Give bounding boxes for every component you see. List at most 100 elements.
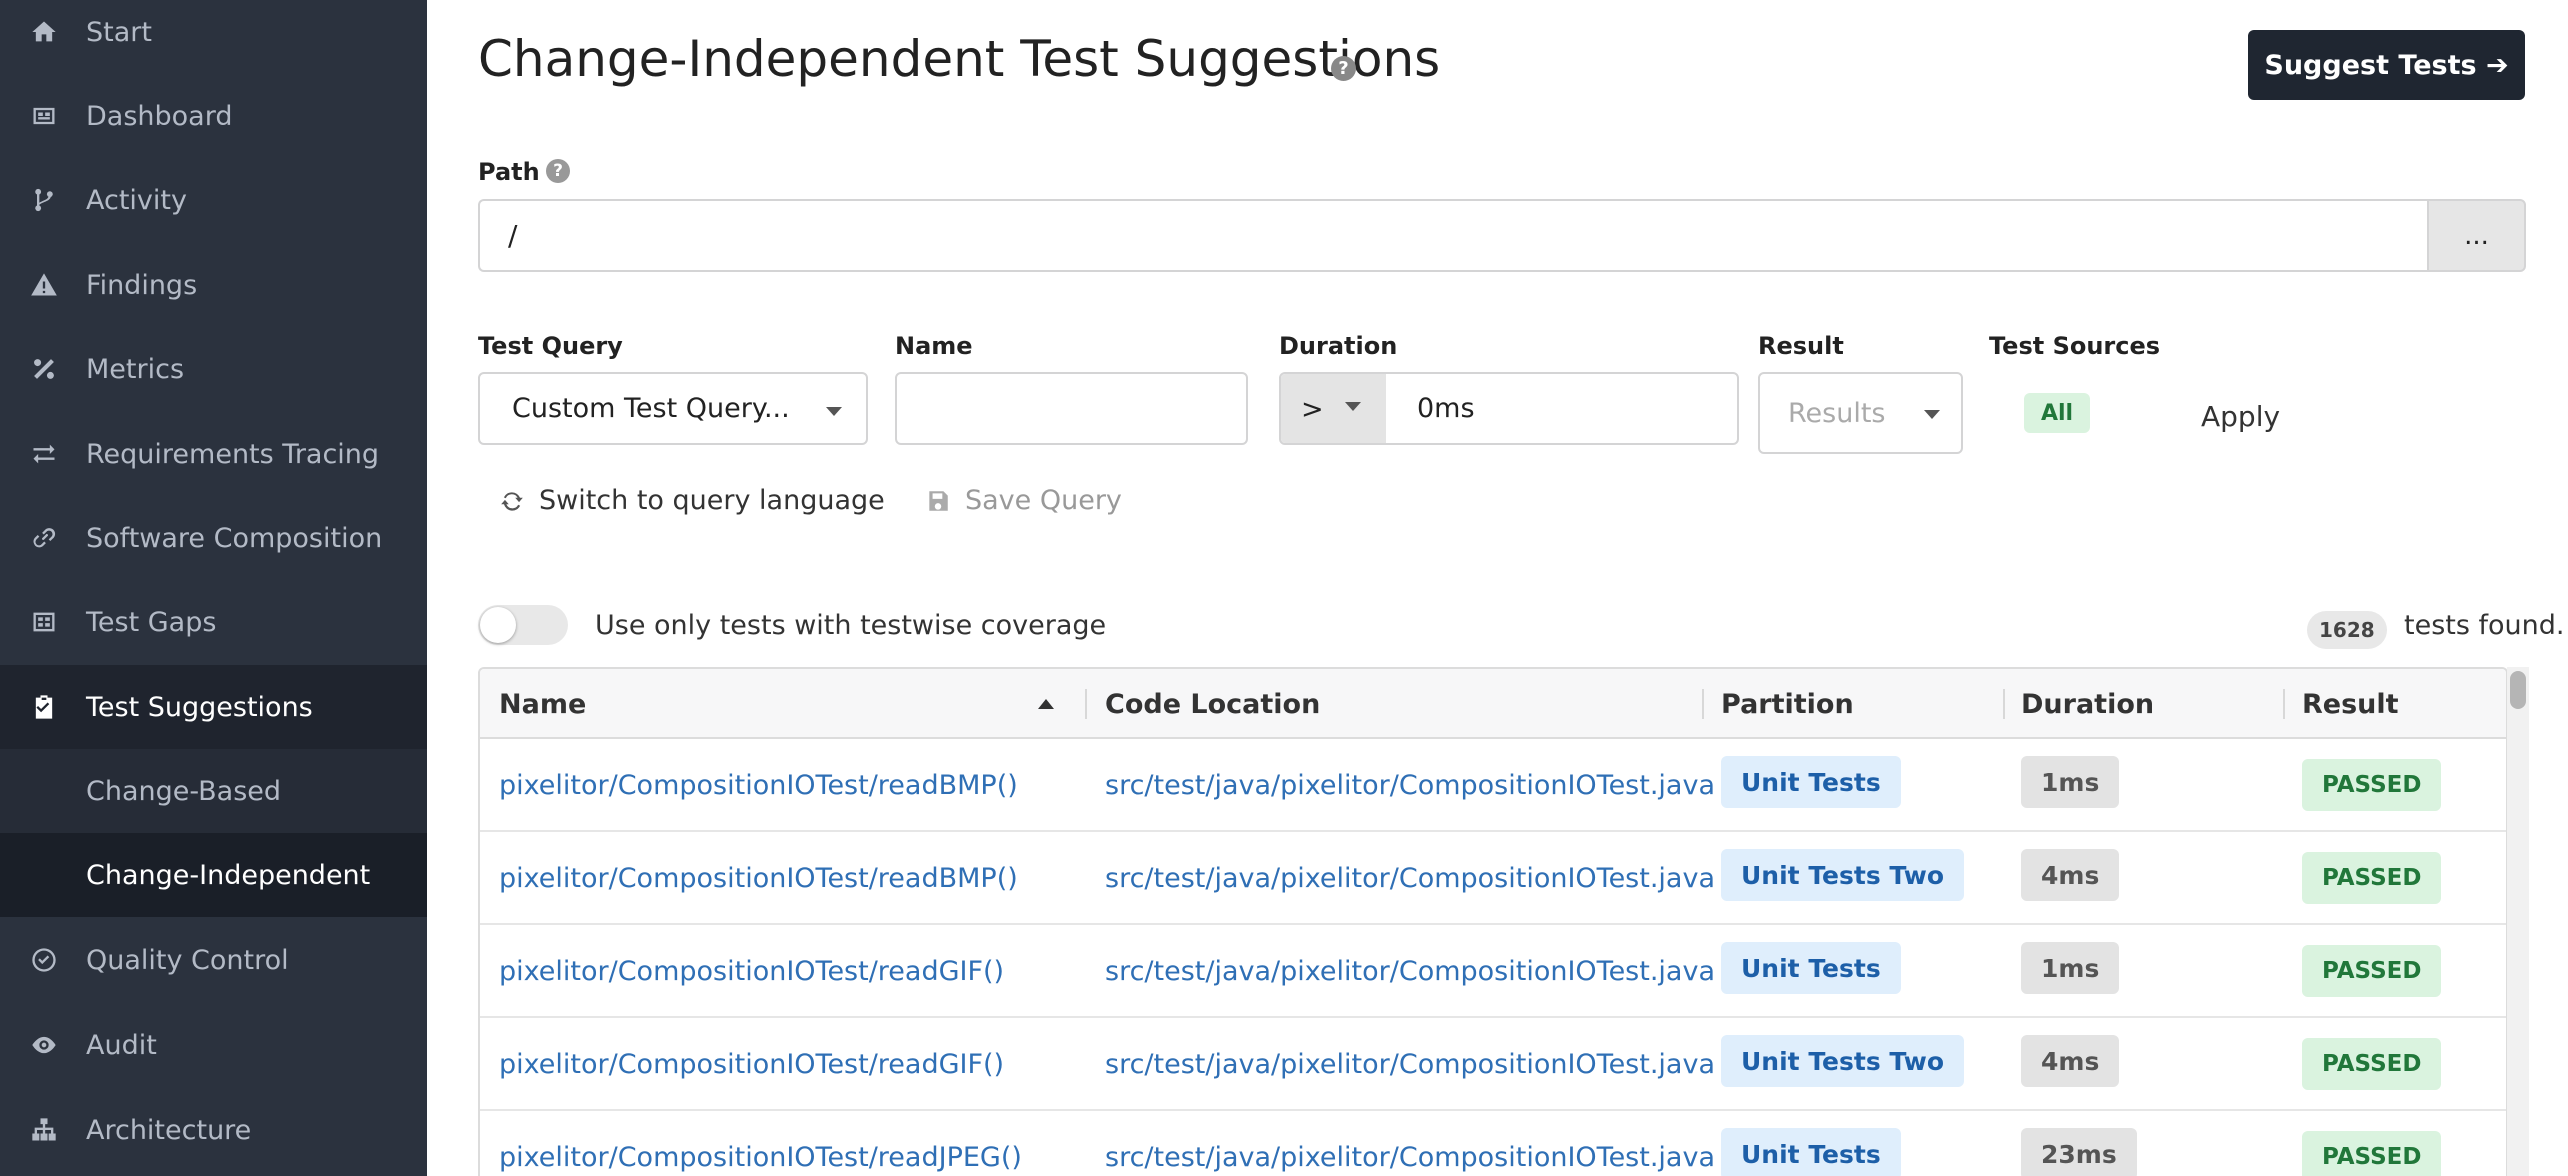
partition-label[interactable]: Unit Tests bbox=[1721, 1128, 1901, 1176]
column-header-code-location[interactable]: Code Location bbox=[1105, 669, 1320, 739]
chevron-down-icon bbox=[1924, 410, 1940, 419]
testwise-coverage-toggle[interactable] bbox=[478, 605, 568, 645]
sidebar-subitem-change-based[interactable]: Change-Based bbox=[0, 749, 427, 833]
check-circle-icon bbox=[30, 946, 58, 974]
duration-label: 4ms bbox=[2021, 849, 2120, 901]
sidebar-item-test-suggestions[interactable]: Test Suggestions bbox=[0, 665, 427, 749]
page-title: Change-Independent Test Suggestions bbox=[478, 30, 1441, 88]
column-header-name[interactable]: Name bbox=[499, 669, 586, 739]
result-label: Result bbox=[1758, 332, 1844, 360]
partition-label[interactable]: Unit Tests Two bbox=[1721, 849, 1965, 901]
table-row[interactable]: pixelitor/CompositionIOTest/readBMP() sr… bbox=[480, 832, 2506, 925]
switch-query-language-label: Switch to query language bbox=[539, 485, 885, 516]
path-label: Path bbox=[478, 158, 540, 186]
code-location-link[interactable]: src/test/java/pixelitor/CompositionIOTes… bbox=[1105, 1018, 1715, 1111]
table-header: Name Code Location Partition Duration Re… bbox=[480, 669, 2506, 739]
test-name-link[interactable]: pixelitor/CompositionIOTest/readGIF() bbox=[499, 1018, 1004, 1111]
code-location-link[interactable]: src/test/java/pixelitor/CompositionIOTes… bbox=[1105, 1111, 1715, 1176]
sidebar-item-architecture[interactable]: Architecture bbox=[0, 1088, 427, 1172]
result-badge: PASSED bbox=[2302, 1038, 2442, 1090]
test-name-link[interactable]: pixelitor/CompositionIOTest/readJPEG() bbox=[499, 1111, 1022, 1176]
sidebar-item-test-gaps[interactable]: Test Gaps bbox=[0, 580, 427, 664]
test-sources-badge[interactable]: All bbox=[2024, 393, 2090, 433]
duration-label: 4ms bbox=[2021, 1035, 2120, 1087]
result-select[interactable]: Results bbox=[1758, 372, 1963, 454]
testwise-coverage-label: Use only tests with testwise coverage bbox=[595, 610, 1107, 641]
gap-icon bbox=[30, 608, 58, 636]
path-browse-button[interactable]: ... bbox=[2427, 199, 2526, 272]
save-query-button[interactable]: Save Query bbox=[925, 485, 1122, 516]
main-content: Change-Independent Test Suggestions ? Su… bbox=[427, 0, 2568, 1176]
code-location-link[interactable]: src/test/java/pixelitor/CompositionIOTes… bbox=[1105, 739, 1715, 832]
sidebar-item-metrics[interactable]: Metrics bbox=[0, 327, 427, 411]
sidebar-item-audit[interactable]: Audit bbox=[0, 1003, 427, 1087]
column-divider bbox=[1085, 689, 1087, 719]
test-name-link[interactable]: pixelitor/CompositionIOTest/readGIF() bbox=[499, 925, 1004, 1018]
help-icon[interactable]: ? bbox=[1331, 56, 1356, 81]
clipboard-check-icon bbox=[30, 693, 58, 721]
column-header-duration[interactable]: Duration bbox=[2021, 669, 2154, 739]
sidebar-item-start[interactable]: Start bbox=[0, 0, 427, 74]
test-sources-label: Test Sources bbox=[1989, 332, 2161, 360]
sort-ascending-icon[interactable] bbox=[1038, 699, 1054, 709]
sidebar-subitem-change-independent[interactable]: Change-Independent bbox=[0, 833, 427, 917]
duration-label: 1ms bbox=[2021, 756, 2120, 808]
column-header-result[interactable]: Result bbox=[2302, 669, 2399, 739]
table-row[interactable]: pixelitor/CompositionIOTest/readGIF() sr… bbox=[480, 925, 2506, 1018]
test-query-value: Custom Test Query... bbox=[512, 393, 790, 424]
sidebar-item-label: Quality Control bbox=[86, 944, 289, 976]
sidebar-item-label: Test Gaps bbox=[86, 606, 217, 638]
partition-label[interactable]: Unit Tests bbox=[1721, 942, 1901, 994]
exchange-icon bbox=[30, 440, 58, 468]
switch-query-language-button[interactable]: Switch to query language bbox=[499, 485, 885, 516]
sidebar-item-activity[interactable]: Activity bbox=[0, 158, 427, 242]
table-row[interactable]: pixelitor/CompositionIOTest/readBMP() sr… bbox=[480, 739, 2506, 832]
sidebar-item-label: Activity bbox=[86, 184, 187, 216]
table-scrollbar[interactable] bbox=[2507, 667, 2529, 1176]
sidebar-item-label: Requirements Tracing bbox=[86, 438, 380, 470]
result-badge: PASSED bbox=[2302, 759, 2442, 811]
name-input[interactable] bbox=[895, 372, 1248, 445]
duration-input[interactable]: 0ms bbox=[1417, 393, 1475, 424]
scrollbar-thumb[interactable] bbox=[2510, 671, 2526, 709]
name-label: Name bbox=[895, 332, 973, 360]
sidebar-item-findings[interactable]: Findings bbox=[0, 243, 427, 327]
partition-label[interactable]: Unit Tests bbox=[1721, 756, 1901, 808]
refresh-icon bbox=[501, 491, 523, 511]
test-query-select[interactable]: Custom Test Query... bbox=[478, 372, 868, 445]
column-divider bbox=[2283, 689, 2285, 719]
table-row[interactable]: pixelitor/CompositionIOTest/readJPEG() s… bbox=[480, 1111, 2506, 1176]
duration-label: 23ms bbox=[2021, 1128, 2137, 1176]
home-icon bbox=[30, 18, 58, 46]
code-location-link[interactable]: src/test/java/pixelitor/CompositionIOTes… bbox=[1105, 925, 1715, 1018]
sidebar-item-label: Architecture bbox=[86, 1114, 252, 1146]
test-name-link[interactable]: pixelitor/CompositionIOTest/readBMP() bbox=[499, 832, 1018, 925]
path-input[interactable]: / bbox=[478, 199, 2428, 272]
duration-label: Duration bbox=[1279, 332, 1398, 360]
sidebar-item-label: Dashboard bbox=[86, 100, 233, 132]
result-badge: PASSED bbox=[2302, 945, 2442, 997]
sidebar-subitem-label: Change-Based bbox=[86, 775, 282, 807]
link-icon bbox=[30, 524, 58, 552]
sidebar-item-dashboard[interactable]: Dashboard bbox=[0, 74, 427, 158]
eye-icon bbox=[30, 1031, 58, 1059]
result-placeholder: Results bbox=[1788, 397, 1886, 429]
duration-label: 1ms bbox=[2021, 942, 2120, 994]
sidebar-item-quality-control[interactable]: Quality Control bbox=[0, 918, 427, 1002]
duration-operator-value: > bbox=[1301, 394, 1324, 425]
code-location-link[interactable]: src/test/java/pixelitor/CompositionIOTes… bbox=[1105, 832, 1715, 925]
sidebar-item-label: Test Suggestions bbox=[86, 691, 313, 723]
table-row[interactable]: pixelitor/CompositionIOTest/readGIF() sr… bbox=[480, 1018, 2506, 1111]
save-icon bbox=[929, 490, 948, 511]
partition-label[interactable]: Unit Tests Two bbox=[1721, 1035, 1965, 1087]
duration-operator-select[interactable]: > bbox=[1281, 374, 1386, 443]
column-header-partition[interactable]: Partition bbox=[1721, 669, 1854, 739]
apply-button[interactable]: Apply bbox=[2201, 400, 2280, 433]
sidebar-item-software-composition[interactable]: Software Composition bbox=[0, 496, 427, 580]
percent-icon bbox=[30, 355, 58, 383]
path-help-icon[interactable]: ? bbox=[546, 159, 570, 183]
suggest-tests-button[interactable]: Suggest Tests ➔ bbox=[2248, 30, 2525, 100]
sidebar-item-requirements-tracing[interactable]: Requirements Tracing bbox=[0, 412, 427, 496]
toggle-knob bbox=[480, 607, 516, 643]
test-name-link[interactable]: pixelitor/CompositionIOTest/readBMP() bbox=[499, 739, 1018, 832]
